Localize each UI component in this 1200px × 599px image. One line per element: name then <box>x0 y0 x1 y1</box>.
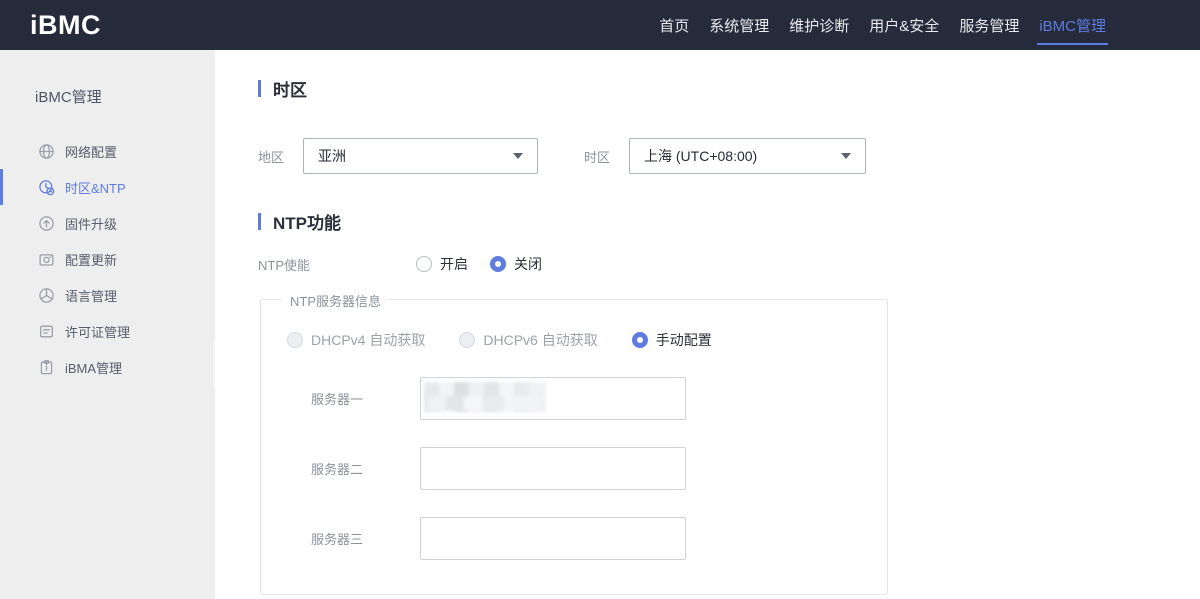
sidebar-item-label: 许可证管理 <box>65 322 130 341</box>
section-accent-bar <box>258 213 261 230</box>
region-select[interactable]: 亚洲 <box>303 138 538 174</box>
server-one-row: 服务器一 <box>311 377 887 420</box>
chevron-down-icon <box>513 153 523 159</box>
radio-label: DHCPv4 自动获取 <box>311 330 425 350</box>
ntp-server-mode-row: DHCPv4 自动获取 DHCPv6 自动获取 手动配置 <box>287 330 887 350</box>
ibmc-app-window: iBMC 首页 系统管理 维护诊断 用户&安全 服务管理 iBMC管理 iBMC… <box>0 0 1200 599</box>
sidebar-item-firmware-upgrade[interactable]: 固件升级 <box>0 205 215 241</box>
ntp-server-info-legend: NTP服务器信息 <box>282 291 389 310</box>
section-title-text: NTP功能 <box>273 209 341 234</box>
nav-item-system-management[interactable]: 系统管理 <box>699 0 779 50</box>
config-update-icon <box>38 251 55 268</box>
nav-item-user-security[interactable]: 用户&安全 <box>859 0 949 50</box>
main-content: 时区 地区 亚洲 时区 上海 (UTC+08:00) NTP功能 NTP使能 开… <box>215 50 1200 599</box>
radio-label: 关闭 <box>514 254 542 274</box>
radio-selected-icon <box>632 332 648 348</box>
radio-disabled-icon <box>459 332 475 348</box>
timezone-form-row: 地区 亚洲 时区 上海 (UTC+08:00) <box>258 138 1200 174</box>
server-one-label: 服务器一 <box>311 389 420 408</box>
manual-config-radio[interactable]: 手动配置 <box>632 330 712 350</box>
server-three-input-box <box>420 517 686 560</box>
sidebar: iBMC管理 网络配置 时区&NTP <box>0 50 215 599</box>
ntp-enable-off-radio[interactable]: 关闭 <box>490 254 542 274</box>
sidebar-item-label: 时区&NTP <box>65 178 126 197</box>
ntp-enable-label: NTP使能 <box>258 255 416 274</box>
sidebar-item-label: 配置更新 <box>65 250 117 269</box>
radio-unselected-icon <box>416 256 432 272</box>
ibmc-logo: iBMC <box>30 10 101 41</box>
ntp-server-info-group: NTP服务器信息 DHCPv4 自动获取 DHCPv6 自动获取 手动配置 服务… <box>260 299 888 595</box>
nav-item-home[interactable]: 首页 <box>649 0 699 50</box>
ntp-section-title: NTP功能 <box>258 211 1200 231</box>
top-navbar: iBMC 首页 系统管理 维护诊断 用户&安全 服务管理 iBMC管理 <box>0 0 1200 50</box>
region-select-value: 亚洲 <box>318 146 346 166</box>
dhcpv6-auto-radio[interactable]: DHCPv6 自动获取 <box>459 330 597 350</box>
ntp-enable-on-radio[interactable]: 开启 <box>416 254 468 274</box>
sidebar-item-label: 固件升级 <box>65 214 117 233</box>
ntp-enable-row: NTP使能 开启 关闭 <box>258 253 1200 275</box>
license-icon <box>38 323 55 340</box>
sidebar-item-license-management[interactable]: 许可证管理 <box>0 313 215 349</box>
radio-disabled-icon <box>287 332 303 348</box>
sidebar-item-language-management[interactable]: 语言管理 <box>0 277 215 313</box>
nav-item-ibmc-management[interactable]: iBMC管理 <box>1029 0 1116 50</box>
top-nav-menu: 首页 系统管理 维护诊断 用户&安全 服务管理 iBMC管理 <box>649 0 1200 50</box>
firmware-upgrade-icon <box>38 215 55 232</box>
ibma-icon <box>38 359 55 376</box>
chevron-down-icon <box>841 153 851 159</box>
timezone-select[interactable]: 上海 (UTC+08:00) <box>629 138 866 174</box>
sidebar-item-label: 语言管理 <box>65 286 117 305</box>
timezone-icon <box>38 179 55 196</box>
radio-label: 开启 <box>440 254 468 274</box>
dhcpv4-auto-radio[interactable]: DHCPv4 自动获取 <box>287 330 425 350</box>
sidebar-menu: 网络配置 时区&NTP 固件升级 <box>0 133 215 385</box>
server-one-input-box <box>420 377 686 420</box>
server-two-row: 服务器二 <box>311 447 887 490</box>
network-icon <box>38 143 55 160</box>
radio-label: DHCPv6 自动获取 <box>483 330 597 350</box>
radio-label: 手动配置 <box>656 330 712 350</box>
timezone-section-title: 时区 <box>258 78 1200 98</box>
timezone-label: 时区 <box>584 147 629 166</box>
sidebar-item-config-update[interactable]: 配置更新 <box>0 241 215 277</box>
sidebar-item-network-config[interactable]: 网络配置 <box>0 133 215 169</box>
sidebar-item-timezone-ntp[interactable]: 时区&NTP <box>0 169 215 205</box>
sidebar-item-label: 网络配置 <box>65 142 117 161</box>
sidebar-item-label: iBMA管理 <box>65 358 122 377</box>
server-two-input[interactable] <box>421 448 685 489</box>
timezone-select-value: 上海 (UTC+08:00) <box>644 146 757 166</box>
sidebar-title: iBMC管理 <box>35 86 215 107</box>
sidebar-item-ibma-management[interactable]: iBMA管理 <box>0 349 215 385</box>
masked-value-overlay <box>424 382 546 412</box>
region-label: 地区 <box>258 147 303 166</box>
server-two-input-box <box>420 447 686 490</box>
section-accent-bar <box>258 80 261 97</box>
server-two-label: 服务器二 <box>311 459 420 478</box>
server-three-row: 服务器三 <box>311 517 887 560</box>
radio-selected-icon <box>490 256 506 272</box>
nav-item-service-management[interactable]: 服务管理 <box>949 0 1029 50</box>
language-icon <box>38 287 55 304</box>
server-three-label: 服务器三 <box>311 529 420 548</box>
server-three-input[interactable] <box>421 518 685 559</box>
nav-item-maintenance-diagnosis[interactable]: 维护诊断 <box>779 0 859 50</box>
section-title-text: 时区 <box>273 76 307 101</box>
